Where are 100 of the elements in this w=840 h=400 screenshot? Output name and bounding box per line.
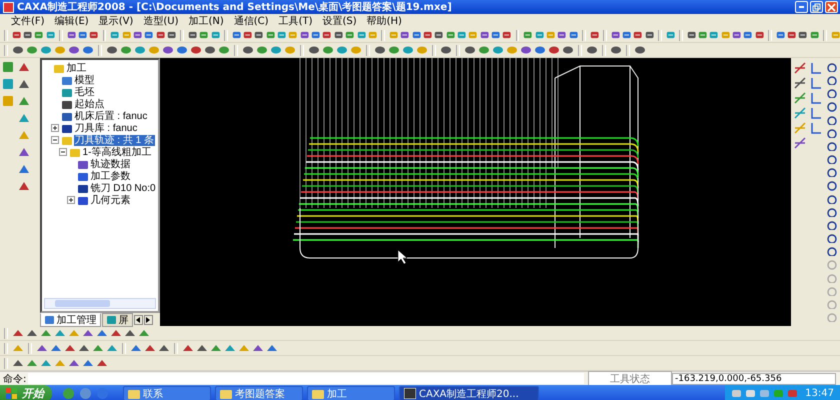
tool-icon[interactable] bbox=[754, 29, 764, 41]
tool-icon[interactable] bbox=[622, 29, 632, 41]
tool-icon[interactable] bbox=[633, 29, 643, 41]
tool-icon[interactable] bbox=[794, 62, 806, 74]
tool-icon[interactable] bbox=[167, 29, 176, 41]
menu-item[interactable]: 显示(V) bbox=[94, 14, 138, 28]
tool-icon[interactable] bbox=[610, 29, 620, 41]
tool-icon[interactable] bbox=[89, 29, 99, 41]
tool-icon[interactable] bbox=[412, 29, 421, 41]
tool-icon[interactable] bbox=[132, 29, 142, 41]
tool-icon[interactable] bbox=[502, 29, 512, 41]
menu-item[interactable]: 编辑(E) bbox=[50, 14, 94, 28]
tool-icon[interactable] bbox=[311, 29, 320, 41]
tool-icon[interactable] bbox=[810, 62, 822, 74]
restore-button[interactable] bbox=[810, 1, 823, 13]
viewport[interactable] bbox=[160, 58, 791, 326]
tool-icon[interactable] bbox=[634, 44, 646, 56]
tool-icon[interactable] bbox=[300, 29, 310, 41]
tool-icon[interactable] bbox=[254, 29, 264, 41]
tool-icon[interactable] bbox=[548, 44, 560, 56]
tool-icon[interactable] bbox=[162, 44, 174, 56]
tree-item[interactable]: 模型 bbox=[74, 74, 96, 86]
tool-icon[interactable] bbox=[18, 61, 30, 73]
tool-icon[interactable] bbox=[826, 154, 838, 164]
tool-icon[interactable] bbox=[176, 44, 188, 56]
tool-icon[interactable] bbox=[480, 29, 490, 41]
tool-icon[interactable] bbox=[12, 44, 24, 56]
menu-item[interactable]: 加工(N) bbox=[183, 14, 229, 28]
menu-item[interactable]: 通信(C) bbox=[228, 14, 274, 28]
tool-icon[interactable] bbox=[826, 128, 838, 138]
tool-icon[interactable] bbox=[422, 29, 432, 41]
tool-icon[interactable] bbox=[440, 44, 452, 56]
tool-icon[interactable] bbox=[826, 180, 838, 191]
tool-icon[interactable] bbox=[22, 29, 32, 41]
expander-icon[interactable] bbox=[50, 136, 60, 144]
tool-icon[interactable] bbox=[156, 29, 165, 41]
tool-icon[interactable] bbox=[434, 29, 444, 41]
tool-icon[interactable] bbox=[190, 44, 202, 56]
tool-icon[interactable] bbox=[794, 77, 806, 89]
tree-item[interactable]: 加工 bbox=[66, 62, 88, 74]
tool-icon[interactable] bbox=[794, 137, 806, 149]
tree-item[interactable]: 铣刀 D10 No:0 bbox=[90, 182, 157, 194]
tool-icon[interactable] bbox=[686, 29, 696, 41]
tool-icon[interactable] bbox=[534, 44, 546, 56]
tool-icon[interactable] bbox=[810, 122, 822, 134]
menu-item[interactable]: 文件(F) bbox=[6, 14, 50, 28]
tool-icon[interactable] bbox=[826, 220, 838, 230]
tool-icon[interactable] bbox=[308, 44, 320, 56]
tool-icon[interactable] bbox=[144, 29, 154, 41]
tree-item[interactable]: 毛坯 bbox=[74, 86, 96, 98]
tree-item[interactable]: 刀具库 : fanuc bbox=[74, 122, 138, 134]
tray-icon[interactable] bbox=[731, 388, 742, 399]
tool-icon[interactable] bbox=[374, 44, 386, 56]
taskbar-button[interactable]: 考图题答案 bbox=[215, 386, 303, 400]
tool-icon[interactable] bbox=[826, 88, 838, 98]
expander-icon[interactable] bbox=[50, 124, 60, 132]
tool-icon[interactable] bbox=[826, 140, 838, 152]
tree-item[interactable]: 1-等高线粗加工 bbox=[82, 146, 152, 158]
tool-icon[interactable] bbox=[810, 107, 822, 119]
tool-icon[interactable] bbox=[590, 29, 600, 41]
tool-icon[interactable] bbox=[204, 44, 216, 56]
tool-icon[interactable] bbox=[242, 44, 254, 56]
tool-icon[interactable] bbox=[18, 146, 30, 158]
tool-icon[interactable] bbox=[68, 44, 80, 56]
close-button[interactable] bbox=[825, 1, 838, 13]
tool-icon[interactable] bbox=[78, 29, 88, 41]
tool-icon[interactable] bbox=[18, 180, 30, 192]
tool-icon[interactable] bbox=[826, 101, 838, 112]
tool-icon[interactable] bbox=[743, 29, 753, 41]
tool-icon[interactable] bbox=[106, 44, 118, 56]
expander-icon[interactable] bbox=[66, 196, 76, 204]
tool-icon[interactable] bbox=[242, 29, 252, 41]
tool-icon[interactable] bbox=[610, 44, 622, 56]
tool-icon[interactable] bbox=[826, 233, 838, 244]
tool-icon[interactable] bbox=[557, 29, 567, 41]
tool-icon[interactable] bbox=[786, 29, 796, 41]
tool-icon[interactable] bbox=[826, 114, 838, 125]
tool-icon[interactable] bbox=[568, 29, 578, 41]
panel-tab[interactable]: 屏 bbox=[102, 312, 133, 326]
tool-icon[interactable] bbox=[18, 78, 30, 90]
tool-icon[interactable] bbox=[491, 29, 500, 41]
tool-icon[interactable] bbox=[826, 246, 838, 256]
tool-icon[interactable] bbox=[776, 29, 785, 41]
taskbar-button[interactable]: 加工 bbox=[307, 386, 395, 400]
tool-icon[interactable] bbox=[798, 29, 808, 41]
horizontal-scrollbar[interactable] bbox=[44, 298, 156, 309]
tool-icon[interactable] bbox=[400, 29, 410, 41]
tool-icon[interactable] bbox=[334, 29, 344, 41]
taskbar-button[interactable]: 联系 bbox=[123, 386, 211, 400]
menu-item[interactable]: 设置(S) bbox=[317, 14, 362, 28]
tree-item[interactable]: 几何元素 bbox=[90, 194, 132, 206]
expander-icon[interactable] bbox=[58, 148, 68, 156]
tool-icon[interactable] bbox=[732, 29, 742, 41]
tool-icon[interactable] bbox=[826, 75, 838, 86]
menu-item[interactable]: 工具(T) bbox=[274, 14, 318, 28]
panel-tab[interactable]: 加工管理 bbox=[40, 312, 101, 326]
tree-item[interactable]: 加工参数 bbox=[90, 170, 132, 182]
scroll-left-button[interactable] bbox=[134, 314, 143, 324]
tool-icon[interactable] bbox=[66, 29, 76, 41]
tray-icon[interactable] bbox=[745, 388, 756, 399]
